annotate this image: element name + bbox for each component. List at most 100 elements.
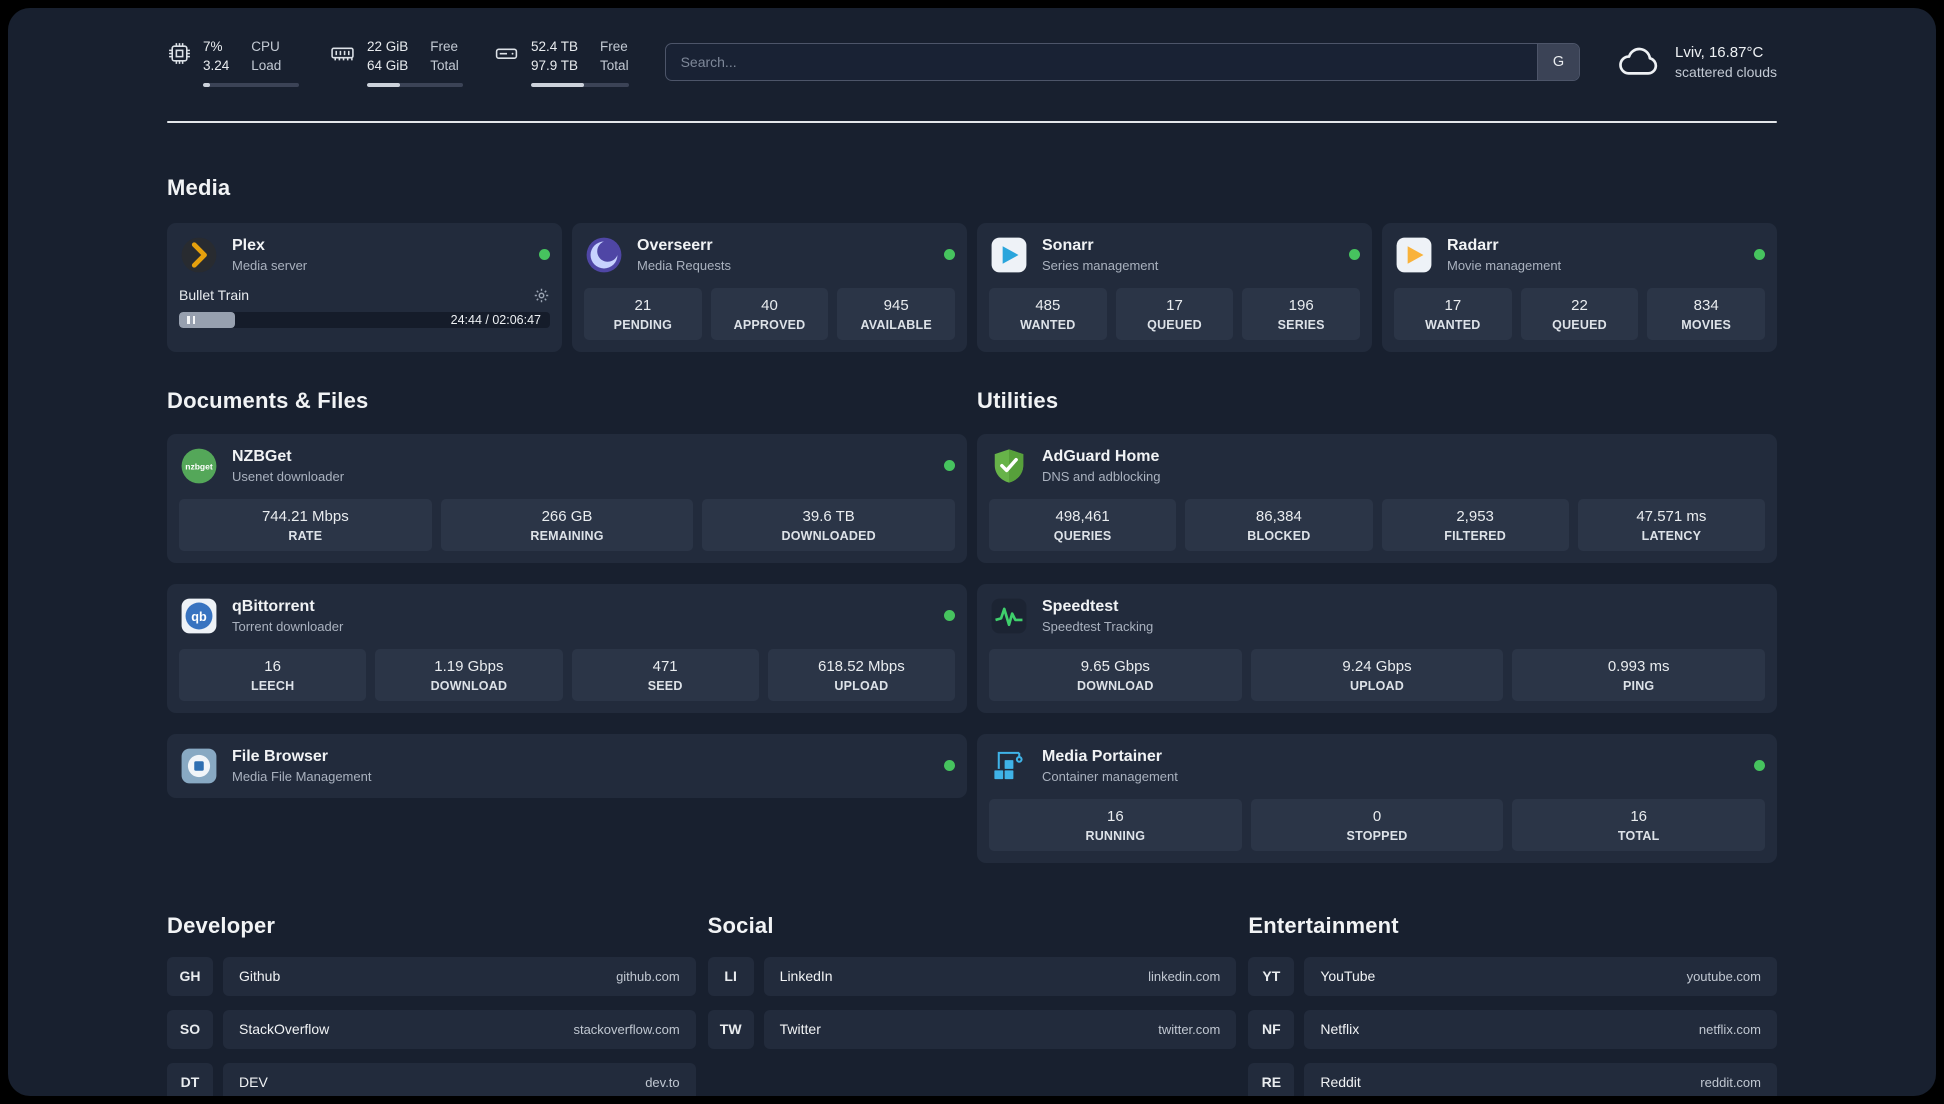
- app-card-qbittorrent[interactable]: qb qBittorrent Torrent downloader 16 LEE…: [167, 583, 967, 713]
- bookmark-row: YT YouTube youtube.com: [1248, 956, 1777, 996]
- stat-ping: 0.993 ms PING: [1512, 648, 1766, 701]
- stat-rate: 744.21 Mbps RATE: [179, 498, 432, 551]
- app-card-radarr[interactable]: Radarr Movie management 17 WANTED 22 QUE…: [1382, 222, 1777, 352]
- disk-widget: 52.4 TB 97.9 TB Free Total: [493, 38, 629, 87]
- bookmark-abbr-youtube[interactable]: YT: [1248, 956, 1295, 996]
- cpu-usage: 7%: [203, 39, 223, 54]
- section-title-developer: Developer: [167, 912, 276, 938]
- bookmark-stackoverflow[interactable]: StackOverflow stackoverflow.com: [223, 1009, 696, 1049]
- status-dot: [1349, 249, 1360, 261]
- bookmark-abbr-dev[interactable]: DT: [167, 1062, 213, 1096]
- stat-leech: 16 LEECH: [179, 648, 367, 701]
- stat-available: 945 AVAILABLE: [837, 287, 956, 340]
- stat-upload: 618.52 Mbps UPLOAD: [767, 648, 955, 701]
- cpu-label-1: CPU: [251, 39, 280, 54]
- app-subtitle: Series management: [1042, 258, 1159, 274]
- app-card-plex[interactable]: Plex Media server Bullet Train 24:44 / 0…: [167, 222, 562, 352]
- bookmark-name: DEV: [239, 1074, 268, 1091]
- portainer-icon: [989, 746, 1029, 786]
- bookmark-reddit[interactable]: Reddit reddit.com: [1304, 1062, 1777, 1096]
- ram-icon: [329, 41, 356, 71]
- stat-queries: 498,461 QUERIES: [989, 498, 1177, 551]
- app-subtitle: Media File Management: [232, 769, 372, 785]
- status-dot: [944, 249, 955, 261]
- search-bar: G: [664, 43, 1581, 82]
- section-title-documents: Documents & Files: [167, 387, 369, 413]
- speedtest-icon: [989, 596, 1029, 636]
- disk-label-2: Total: [600, 57, 629, 73]
- bookmark-abbr-github[interactable]: GH: [167, 956, 213, 996]
- search-input[interactable]: [665, 44, 1538, 81]
- section-title-entertainment: Entertainment: [1248, 912, 1399, 938]
- social-column: Social LI LinkedIn linkedin.com TW Twitt…: [707, 913, 1237, 1096]
- bookmark-name: YouTube: [1320, 968, 1376, 985]
- bookmark-abbr-linkedin[interactable]: LI: [707, 956, 754, 996]
- app-card-adguard-home[interactable]: AdGuard Home DNS and adblocking 498,461 …: [977, 433, 1777, 563]
- gear-icon[interactable]: [533, 287, 550, 304]
- now-playing-title: Bullet Train: [179, 287, 250, 304]
- weather-condition: scattered clouds: [1675, 64, 1777, 81]
- bookmark-dev[interactable]: DEV dev.to: [223, 1062, 696, 1096]
- bookmark-github[interactable]: Github github.com: [223, 956, 696, 996]
- bookmark-row: TW Twitter twitter.com: [707, 1009, 1237, 1049]
- bookmark-url: youtube.com: [1686, 968, 1761, 984]
- section-title-media: Media: [167, 174, 231, 200]
- stat-total: 16 TOTAL: [1512, 798, 1766, 851]
- stat-latency: 47.571 ms LATENCY: [1577, 498, 1765, 551]
- bookmark-linkedin[interactable]: LinkedIn linkedin.com: [763, 956, 1237, 996]
- app-card-overseerr[interactable]: Overseerr Media Requests 21 PENDING 40 A…: [572, 222, 967, 352]
- svg-text:nzbget: nzbget: [185, 461, 213, 471]
- app-subtitle: Container management: [1042, 769, 1178, 785]
- bookmark-row: DT DEV dev.to: [167, 1062, 696, 1096]
- documents-column: Documents & Files nzbget NZBGet Usenet d…: [167, 388, 967, 863]
- developer-column: Developer GH Github github.com SO StackO…: [167, 913, 696, 1096]
- search-engine-button[interactable]: G: [1537, 44, 1580, 81]
- weather-location: Lviv, 16.87°C: [1675, 44, 1764, 62]
- bookmark-name: StackOverflow: [239, 1021, 330, 1038]
- pause-icon[interactable]: [187, 315, 196, 324]
- app-card-sonarr[interactable]: Sonarr Series management 485 WANTED 17 Q…: [977, 222, 1372, 352]
- bookmark-abbr-stackoverflow[interactable]: SO: [167, 1009, 213, 1049]
- stat-pending: 21 PENDING: [584, 287, 702, 340]
- playback-progress-bar[interactable]: 24:44 / 02:06:47: [179, 311, 550, 328]
- bookmark-abbr-reddit[interactable]: RE: [1248, 1062, 1295, 1096]
- cpu-load-avg: 3.24: [203, 57, 230, 73]
- stat-series: 196 SERIES: [1242, 287, 1361, 340]
- status-dot: [944, 610, 955, 622]
- app-card-nzbget[interactable]: nzbget NZBGet Usenet downloader 744.21 M…: [167, 433, 967, 563]
- app-subtitle: DNS and adblocking: [1042, 469, 1161, 485]
- bookmark-twitter[interactable]: Twitter twitter.com: [763, 1009, 1237, 1049]
- app-card-file-browser[interactable]: File Browser Media File Management: [167, 733, 967, 798]
- stat-stopped: 0 STOPPED: [1250, 798, 1504, 851]
- bookmark-name: Github: [239, 968, 281, 985]
- cloud-icon: [1616, 39, 1662, 86]
- nzbget-icon: nzbget: [179, 446, 219, 486]
- dashboard: 7% 3.24 CPU Load 22 GiB 64 GiB Free Tota…: [8, 8, 1936, 1096]
- stat-wanted: 485 WANTED: [989, 287, 1107, 340]
- now-playing-widget: Bullet Train 24:44 / 02:06:47: [179, 287, 550, 328]
- cpu-label-2: Load: [251, 57, 282, 73]
- svg-text:qb: qb: [191, 610, 207, 624]
- stat-remaining: 266 GB REMAINING: [440, 498, 694, 551]
- bookmark-abbr-twitter[interactable]: TW: [707, 1009, 754, 1049]
- bookmark-name: Twitter: [779, 1021, 821, 1038]
- bookmark-row: LI LinkedIn linkedin.com: [707, 956, 1237, 996]
- status-dot: [539, 249, 550, 261]
- stat-filtered: 2,953 FILTERED: [1381, 498, 1569, 551]
- stat-download: 1.19 Gbps DOWNLOAD: [375, 648, 563, 701]
- disk-total: 97.9 TB: [531, 57, 579, 73]
- bookmark-row: SO StackOverflow stackoverflow.com: [167, 1009, 696, 1049]
- utilities-column: Utilities AdGuard Home DNS and adblockin…: [977, 388, 1777, 863]
- status-dot: [944, 760, 955, 772]
- bookmark-abbr-netflix[interactable]: NF: [1248, 1009, 1295, 1049]
- app-name: Speedtest: [1042, 598, 1119, 616]
- bookmark-youtube[interactable]: YouTube youtube.com: [1304, 956, 1777, 996]
- bookmark-row: GH Github github.com: [167, 956, 696, 996]
- app-card-speedtest[interactable]: Speedtest Speedtest Tracking 9.65 Gbps D…: [977, 583, 1777, 713]
- app-card-media-portainer[interactable]: Media Portainer Container management 16 …: [977, 733, 1777, 863]
- ram-widget: 22 GiB 64 GiB Free Total: [329, 38, 463, 87]
- system-info-group: 7% 3.24 CPU Load 22 GiB 64 GiB Free Tota…: [167, 38, 629, 87]
- plex-icon: [179, 235, 219, 275]
- bookmark-netflix[interactable]: Netflix netflix.com: [1304, 1009, 1777, 1049]
- bookmark-url: stackoverflow.com: [573, 1021, 680, 1037]
